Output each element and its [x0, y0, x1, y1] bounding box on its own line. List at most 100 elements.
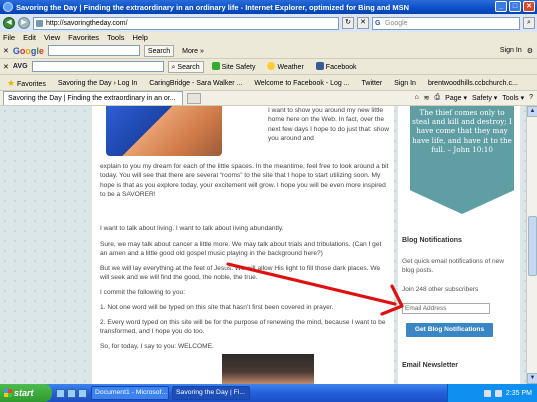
ie-icon: [3, 2, 13, 12]
weather-label: Weather: [277, 63, 304, 71]
quick-launch-icon[interactable]: [56, 388, 65, 398]
home-icon[interactable]: ⌂: [414, 94, 418, 102]
site-safety-label: Site Safety: [221, 63, 256, 71]
header-photo: [106, 106, 222, 156]
favorite-item[interactable]: Welcome to Facebook - Log ...: [250, 77, 353, 89]
tray-icon[interactable]: [483, 389, 491, 397]
paragraph: But we will lay everything at the feet o…: [100, 265, 381, 282]
blog-notifications-heading: Blog Notifications: [402, 237, 462, 244]
google-toolbar: ✕ Google Search More » Sign In ⚙: [0, 43, 537, 59]
tools-menu[interactable]: Tools ▾: [502, 94, 524, 102]
avg-search-label: Search: [177, 63, 200, 71]
vertical-scrollbar[interactable]: ▲ ▼: [526, 106, 537, 384]
new-tab-button[interactable]: [187, 92, 201, 104]
avg-logo: AVG: [12, 63, 28, 70]
avg-search-button[interactable]: ⌕ Search: [167, 60, 204, 73]
close-icon[interactable]: ✕: [3, 63, 9, 71]
more-button[interactable]: More »: [178, 45, 208, 57]
start-button[interactable]: start: [0, 384, 52, 402]
window-title-bar: Savoring the Day | Finding the extraordi…: [0, 0, 537, 14]
close-icon[interactable]: ✕: [3, 47, 9, 55]
favorite-item[interactable]: Sign In: [390, 77, 420, 89]
scripture-quote: The thief comes only to steal and kill a…: [410, 106, 514, 214]
get-notifications-button[interactable]: Get Blog Notifications: [406, 323, 493, 337]
back-icon[interactable]: ◀: [3, 17, 15, 29]
safety-menu[interactable]: Safety ▾: [472, 94, 497, 102]
menu-help[interactable]: Help: [133, 33, 148, 42]
tab-savoring-the-day[interactable]: Savoring the Day | Finding the extraordi…: [3, 91, 183, 105]
quick-launch-icon[interactable]: [67, 388, 76, 398]
email-newsletter-heading: Email Newsletter: [402, 362, 459, 369]
favorite-item[interactable]: brentwoodhills.ccbchurch.c...: [424, 77, 522, 89]
intro-text: I want to show you around my new little …: [268, 107, 389, 142]
favorite-item[interactable]: Savoring the Day › Log In: [54, 77, 141, 89]
menu-view[interactable]: View: [44, 33, 60, 42]
menu-favorites[interactable]: Favorites: [68, 33, 99, 42]
wrench-icon[interactable]: ⚙: [527, 47, 533, 55]
scroll-thumb[interactable]: [528, 216, 537, 276]
avg-toolbar: ✕ AVG ⌕ Search Site Safety Weather Faceb…: [0, 59, 537, 75]
google-logo: Google: [12, 45, 44, 56]
email-field[interactable]: Email Address: [402, 303, 490, 314]
quick-launch-icon[interactable]: [78, 388, 87, 398]
tray-icon[interactable]: [494, 389, 502, 397]
minimize-icon[interactable]: _: [495, 1, 507, 12]
refresh-icon[interactable]: ↻: [342, 17, 354, 29]
search-icon[interactable]: ⌕: [523, 17, 535, 29]
intro-continued: explain to you my dream for each of the …: [100, 163, 389, 198]
address-row: ◀ ▶ http://savoringtheday.com/ ↻ ✕ Googl…: [0, 14, 537, 32]
weather-button[interactable]: Weather: [263, 61, 307, 73]
menu-edit[interactable]: Edit: [23, 33, 36, 42]
subscriber-count: Join 248 other subscribers: [402, 286, 479, 293]
paragraph: Sure, we may talk about cancer a little …: [100, 241, 382, 258]
site-safety-button[interactable]: Site Safety: [208, 61, 260, 73]
paragraph: I commit the following to you:: [100, 289, 186, 296]
sign-in-link[interactable]: Sign In: [500, 47, 522, 55]
facebook-label: Facebook: [325, 63, 357, 71]
taskbar-item-browser[interactable]: Savoring the Day | Fi...: [172, 386, 250, 400]
taskbar-item-word[interactable]: Document1 - Microsof...: [91, 386, 169, 400]
favorite-item[interactable]: Twitter: [358, 77, 387, 89]
close-icon[interactable]: ✕: [523, 1, 535, 12]
favorites-button[interactable]: ★ Favorites: [3, 77, 50, 89]
taskbar: start Document1 - Microsof... Savoring t…: [0, 384, 537, 402]
scroll-down-icon[interactable]: ▼: [527, 373, 537, 384]
google-search-input[interactable]: [47, 45, 140, 56]
favorite-item[interactable]: CaringBridge - Sara Walker ...: [145, 77, 246, 89]
star-icon: ★: [7, 77, 16, 88]
address-bar[interactable]: http://savoringtheday.com/: [33, 16, 339, 30]
paragraph: 1. Not one word will be typed on this si…: [100, 304, 334, 311]
browser-search-input[interactable]: Google: [372, 16, 520, 30]
facebook-button[interactable]: Facebook: [312, 61, 361, 73]
menu-bar: File Edit View Favorites Tools Help: [0, 32, 537, 43]
print-icon[interactable]: ⎙: [435, 94, 441, 102]
quick-launch: [56, 388, 87, 398]
system-tray: 2:35 PM: [447, 384, 537, 402]
sidebar: The thief comes only to steal and kill a…: [398, 106, 520, 384]
tab-row: Savoring the Day | Finding the extraordi…: [0, 91, 537, 106]
page-menu[interactable]: Page ▾: [445, 94, 467, 102]
author-photo: [222, 354, 314, 384]
web-page: I want to show you around my new little …: [0, 106, 526, 384]
stop-icon[interactable]: ✕: [357, 17, 369, 29]
feeds-icon[interactable]: ≋: [424, 94, 430, 102]
paragraph: I want to talk about living. I want to t…: [100, 225, 284, 232]
window-controls: _ □ ✕: [495, 1, 535, 12]
article-content: I want to show you around my new little …: [92, 106, 394, 384]
favorites-bar: ★ Favorites Savoring the Day › Log In Ca…: [0, 75, 537, 91]
menu-file[interactable]: File: [3, 33, 15, 42]
facebook-icon: [315, 61, 324, 70]
clock: 2:35 PM: [505, 389, 532, 397]
avg-search-input[interactable]: [31, 61, 164, 72]
sun-icon: [267, 61, 276, 70]
maximize-icon[interactable]: □: [509, 1, 521, 12]
window-title: Savoring the Day | Finding the extraordi…: [16, 2, 409, 12]
help-icon[interactable]: ?: [529, 94, 533, 102]
favorites-label: Favorites: [17, 80, 46, 88]
google-search-button[interactable]: Search: [143, 44, 175, 57]
scroll-up-icon[interactable]: ▲: [527, 106, 537, 117]
forward-icon[interactable]: ▶: [18, 17, 30, 29]
menu-tools[interactable]: Tools: [107, 33, 125, 42]
notifications-description: Get quick email notifications of new blo…: [402, 258, 504, 274]
shield-icon: [211, 61, 220, 70]
